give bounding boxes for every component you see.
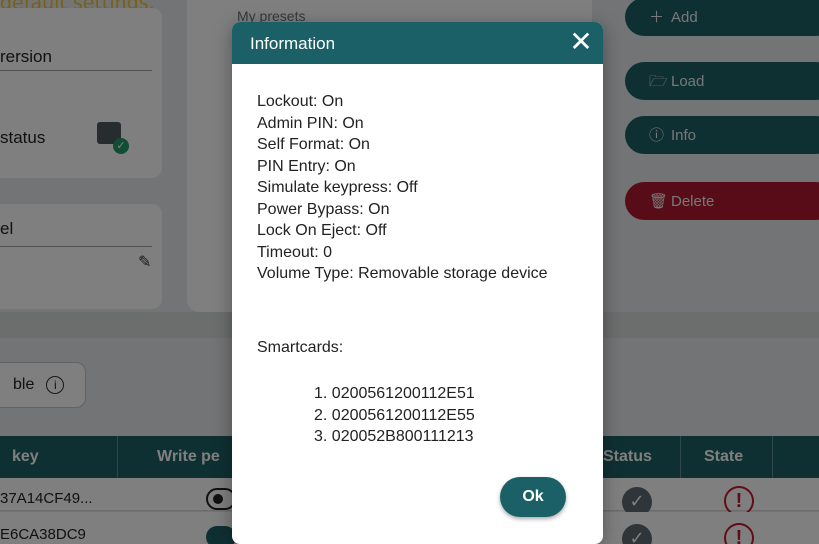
- information-dialog: Information ✕ Lockout: On Admin PIN: On …: [232, 22, 603, 544]
- smartcards-heading: Smartcards:: [257, 339, 344, 356]
- dialog-header: Information ✕: [232, 22, 603, 64]
- setting-line: Volume Type: Removable storage device: [257, 265, 548, 282]
- smartcards-list: 1. 0200561200112E51 2. 0200561200112E55 …: [232, 385, 603, 450]
- setting-line: Simulate keypress: Off: [257, 179, 418, 196]
- setting-line: PIN Entry: On: [257, 157, 356, 175]
- smartcard-item: 2. 0200561200112E55: [314, 406, 475, 424]
- settings-summary: Lockout: On Admin PIN: On Self Format: O…: [257, 93, 597, 287]
- close-icon[interactable]: ✕: [566, 26, 596, 58]
- setting-line: Admin PIN: On: [257, 114, 364, 132]
- setting-line: Self Format: On: [257, 136, 370, 153]
- setting-line: Lockout: On: [257, 93, 344, 110]
- dialog-title: Information: [250, 34, 336, 53]
- smartcard-item: 1. 0200561200112E51: [314, 385, 475, 402]
- ok-button[interactable]: Ok: [500, 477, 566, 517]
- setting-line: Timeout: 0: [257, 243, 332, 261]
- setting-line: Power Bypass: On: [257, 200, 390, 218]
- smartcard-item: 3. 020052B800111213: [314, 428, 474, 445]
- setting-line: Lock On Eject: Off: [257, 222, 387, 239]
